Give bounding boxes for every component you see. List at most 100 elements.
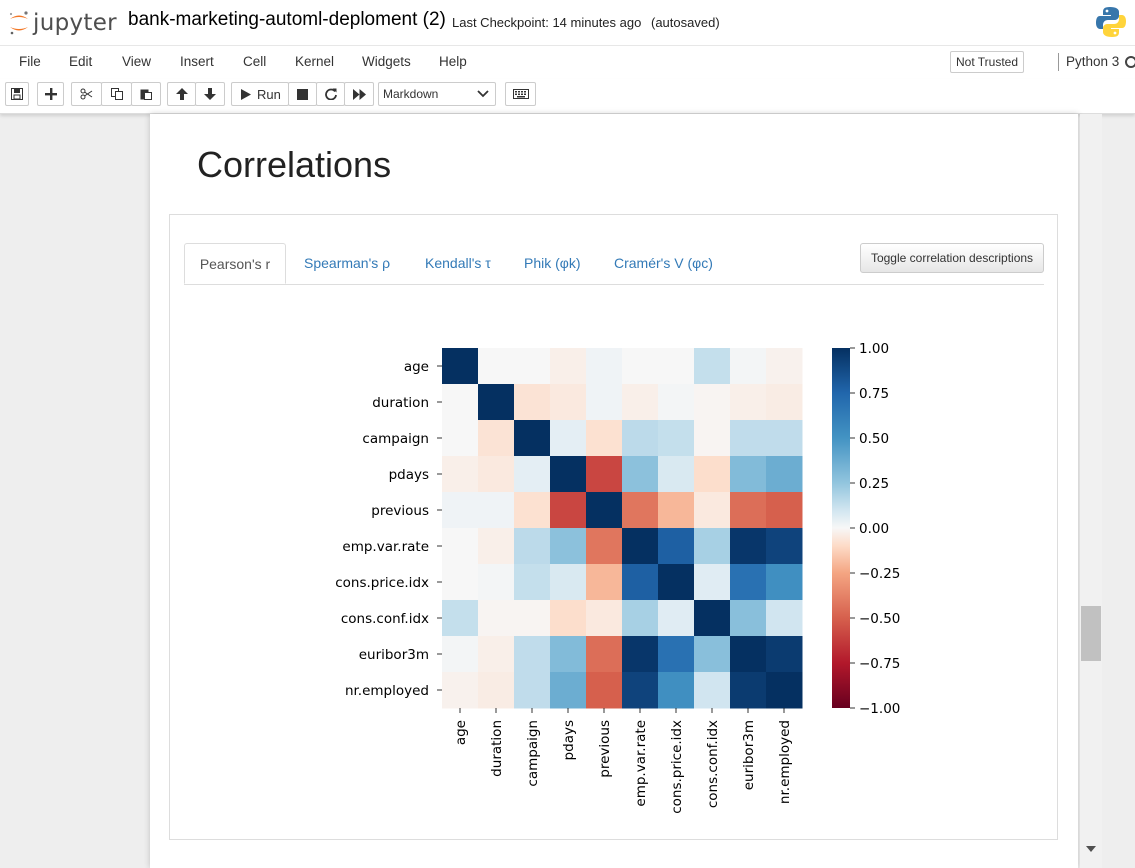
toolbar: Run Markdown	[0, 79, 1135, 114]
menu-edit[interactable]: Edit	[69, 54, 92, 69]
tab-cramers-v[interactable]: Cramér's V (φc)	[614, 243, 713, 284]
row-label: campaign	[362, 431, 429, 447]
heatmap-cell	[550, 672, 587, 709]
heatmap-cell	[442, 636, 479, 673]
heatmap-cell	[766, 528, 803, 565]
move-down-button[interactable]	[195, 82, 225, 106]
play-icon	[241, 88, 251, 100]
heatmap-cell	[514, 456, 551, 493]
scissors-icon	[80, 88, 93, 100]
heatmap-cell	[586, 456, 623, 493]
tab-pearson[interactable]: Pearson's r	[184, 243, 286, 284]
menu-file[interactable]: File	[19, 54, 41, 69]
column-label: nr.employed	[777, 720, 793, 804]
kernel-name[interactable]: Python 3	[1066, 54, 1119, 69]
heatmap-cell	[550, 528, 587, 565]
restart-button[interactable]	[316, 82, 345, 106]
column-label: previous	[597, 720, 613, 778]
row-label: cons.price.idx	[335, 575, 429, 591]
heatmap-cell	[478, 492, 515, 529]
scrollbar-thumb[interactable]	[1081, 606, 1101, 661]
row-label: cons.conf.idx	[341, 611, 429, 627]
menu-view[interactable]: View	[122, 54, 151, 69]
heatmap-cell	[586, 492, 623, 529]
menu-help[interactable]: Help	[439, 54, 467, 69]
trust-button[interactable]: Not Trusted	[950, 51, 1024, 73]
heatmap-cell	[478, 456, 515, 493]
row-label: emp.var.rate	[342, 539, 429, 555]
heatmap-cell	[658, 384, 695, 421]
heatmap-cell	[766, 672, 803, 709]
run-button[interactable]: Run	[231, 82, 289, 106]
heatmap-cell	[586, 636, 623, 673]
correlation-heatmap: age duration campaign pdays previous emp.var.…	[335, 341, 900, 814]
heatmap-cell	[658, 636, 695, 673]
heatmap-cell	[694, 600, 731, 637]
python-logo-icon	[1096, 7, 1126, 37]
column-label: cons.conf.idx	[705, 720, 721, 808]
arrow-down-icon	[204, 88, 216, 100]
heatmap-cell	[586, 672, 623, 709]
heatmap-cell	[694, 528, 731, 565]
menu-cell[interactable]: Cell	[243, 54, 266, 69]
notebook-title[interactable]: bank-marketing-automl-deploment (2)	[128, 9, 446, 31]
cell-type-value: Markdown	[383, 87, 439, 101]
scrollbar-track[interactable]	[1080, 114, 1102, 868]
heatmap-cell	[442, 528, 479, 565]
menu-bar: File Edit View Insert Cell Kernel Widget…	[0, 45, 1135, 80]
jupyter-logo[interactable]: jupyter	[8, 6, 117, 40]
heatmap-cell	[622, 456, 659, 493]
copy-button[interactable]	[101, 82, 132, 106]
plus-icon	[44, 88, 57, 100]
colorbar-tick-label: −0.50	[859, 611, 900, 627]
menu-widgets[interactable]: Widgets	[362, 54, 411, 69]
insert-cell-button[interactable]	[37, 82, 64, 106]
cell-type-select[interactable]: Markdown	[378, 82, 496, 106]
move-up-button[interactable]	[167, 82, 196, 106]
scroll-down-arrow-icon[interactable]	[1086, 846, 1096, 852]
jupyter-logo-icon	[9, 11, 28, 35]
heatmap-cell	[550, 348, 587, 385]
save-icon	[11, 88, 23, 100]
jupyter-logo-text: jupyter	[33, 10, 117, 36]
heatmap-cell	[550, 456, 587, 493]
heatmap-cell	[658, 456, 695, 493]
row-label: age	[404, 359, 429, 375]
paste-icon	[140, 89, 152, 100]
section-heading: Correlations	[197, 144, 392, 185]
heatmap-cell	[658, 492, 695, 529]
save-button[interactable]	[5, 82, 29, 106]
heatmap-cell	[730, 564, 767, 601]
row-label: pdays	[389, 467, 429, 483]
interrupt-button[interactable]	[288, 82, 317, 106]
heatmap-cell	[586, 348, 623, 385]
heatmap-cell	[658, 672, 695, 709]
colorbar-tick-label: 0.50	[859, 431, 889, 447]
run-label: Run	[257, 86, 281, 102]
cut-button[interactable]	[71, 82, 102, 106]
restart-run-all-button[interactable]	[344, 82, 374, 106]
tab-kendall[interactable]: Kendall's τ	[425, 243, 491, 284]
heatmap-cell	[550, 600, 587, 637]
menu-insert[interactable]: Insert	[180, 54, 214, 69]
column-label: pdays	[561, 720, 577, 760]
heatmap-cell	[586, 384, 623, 421]
tab-phik[interactable]: Phik (φk)	[524, 243, 581, 284]
column-label: age	[453, 720, 469, 745]
heatmap-cell	[514, 636, 551, 673]
restart-icon	[324, 88, 337, 100]
command-palette-button[interactable]	[505, 82, 536, 106]
menu-kernel[interactable]: Kernel	[295, 54, 334, 69]
heatmap-cell	[766, 384, 803, 421]
heatmap-cell	[766, 420, 803, 457]
heatmap-cell	[442, 420, 479, 457]
toggle-descriptions-button[interactable]: Toggle correlation descriptions	[860, 243, 1044, 273]
heatmap-cell	[478, 600, 515, 637]
colorbar-tick-label: 0.00	[859, 521, 889, 537]
heatmap-cell	[694, 492, 731, 529]
tabs-divider	[184, 284, 1044, 285]
paste-button[interactable]	[131, 82, 161, 106]
keyboard-icon	[512, 89, 529, 99]
tab-spearman[interactable]: Spearman's ρ	[304, 243, 390, 284]
heatmap-cell	[694, 456, 731, 493]
